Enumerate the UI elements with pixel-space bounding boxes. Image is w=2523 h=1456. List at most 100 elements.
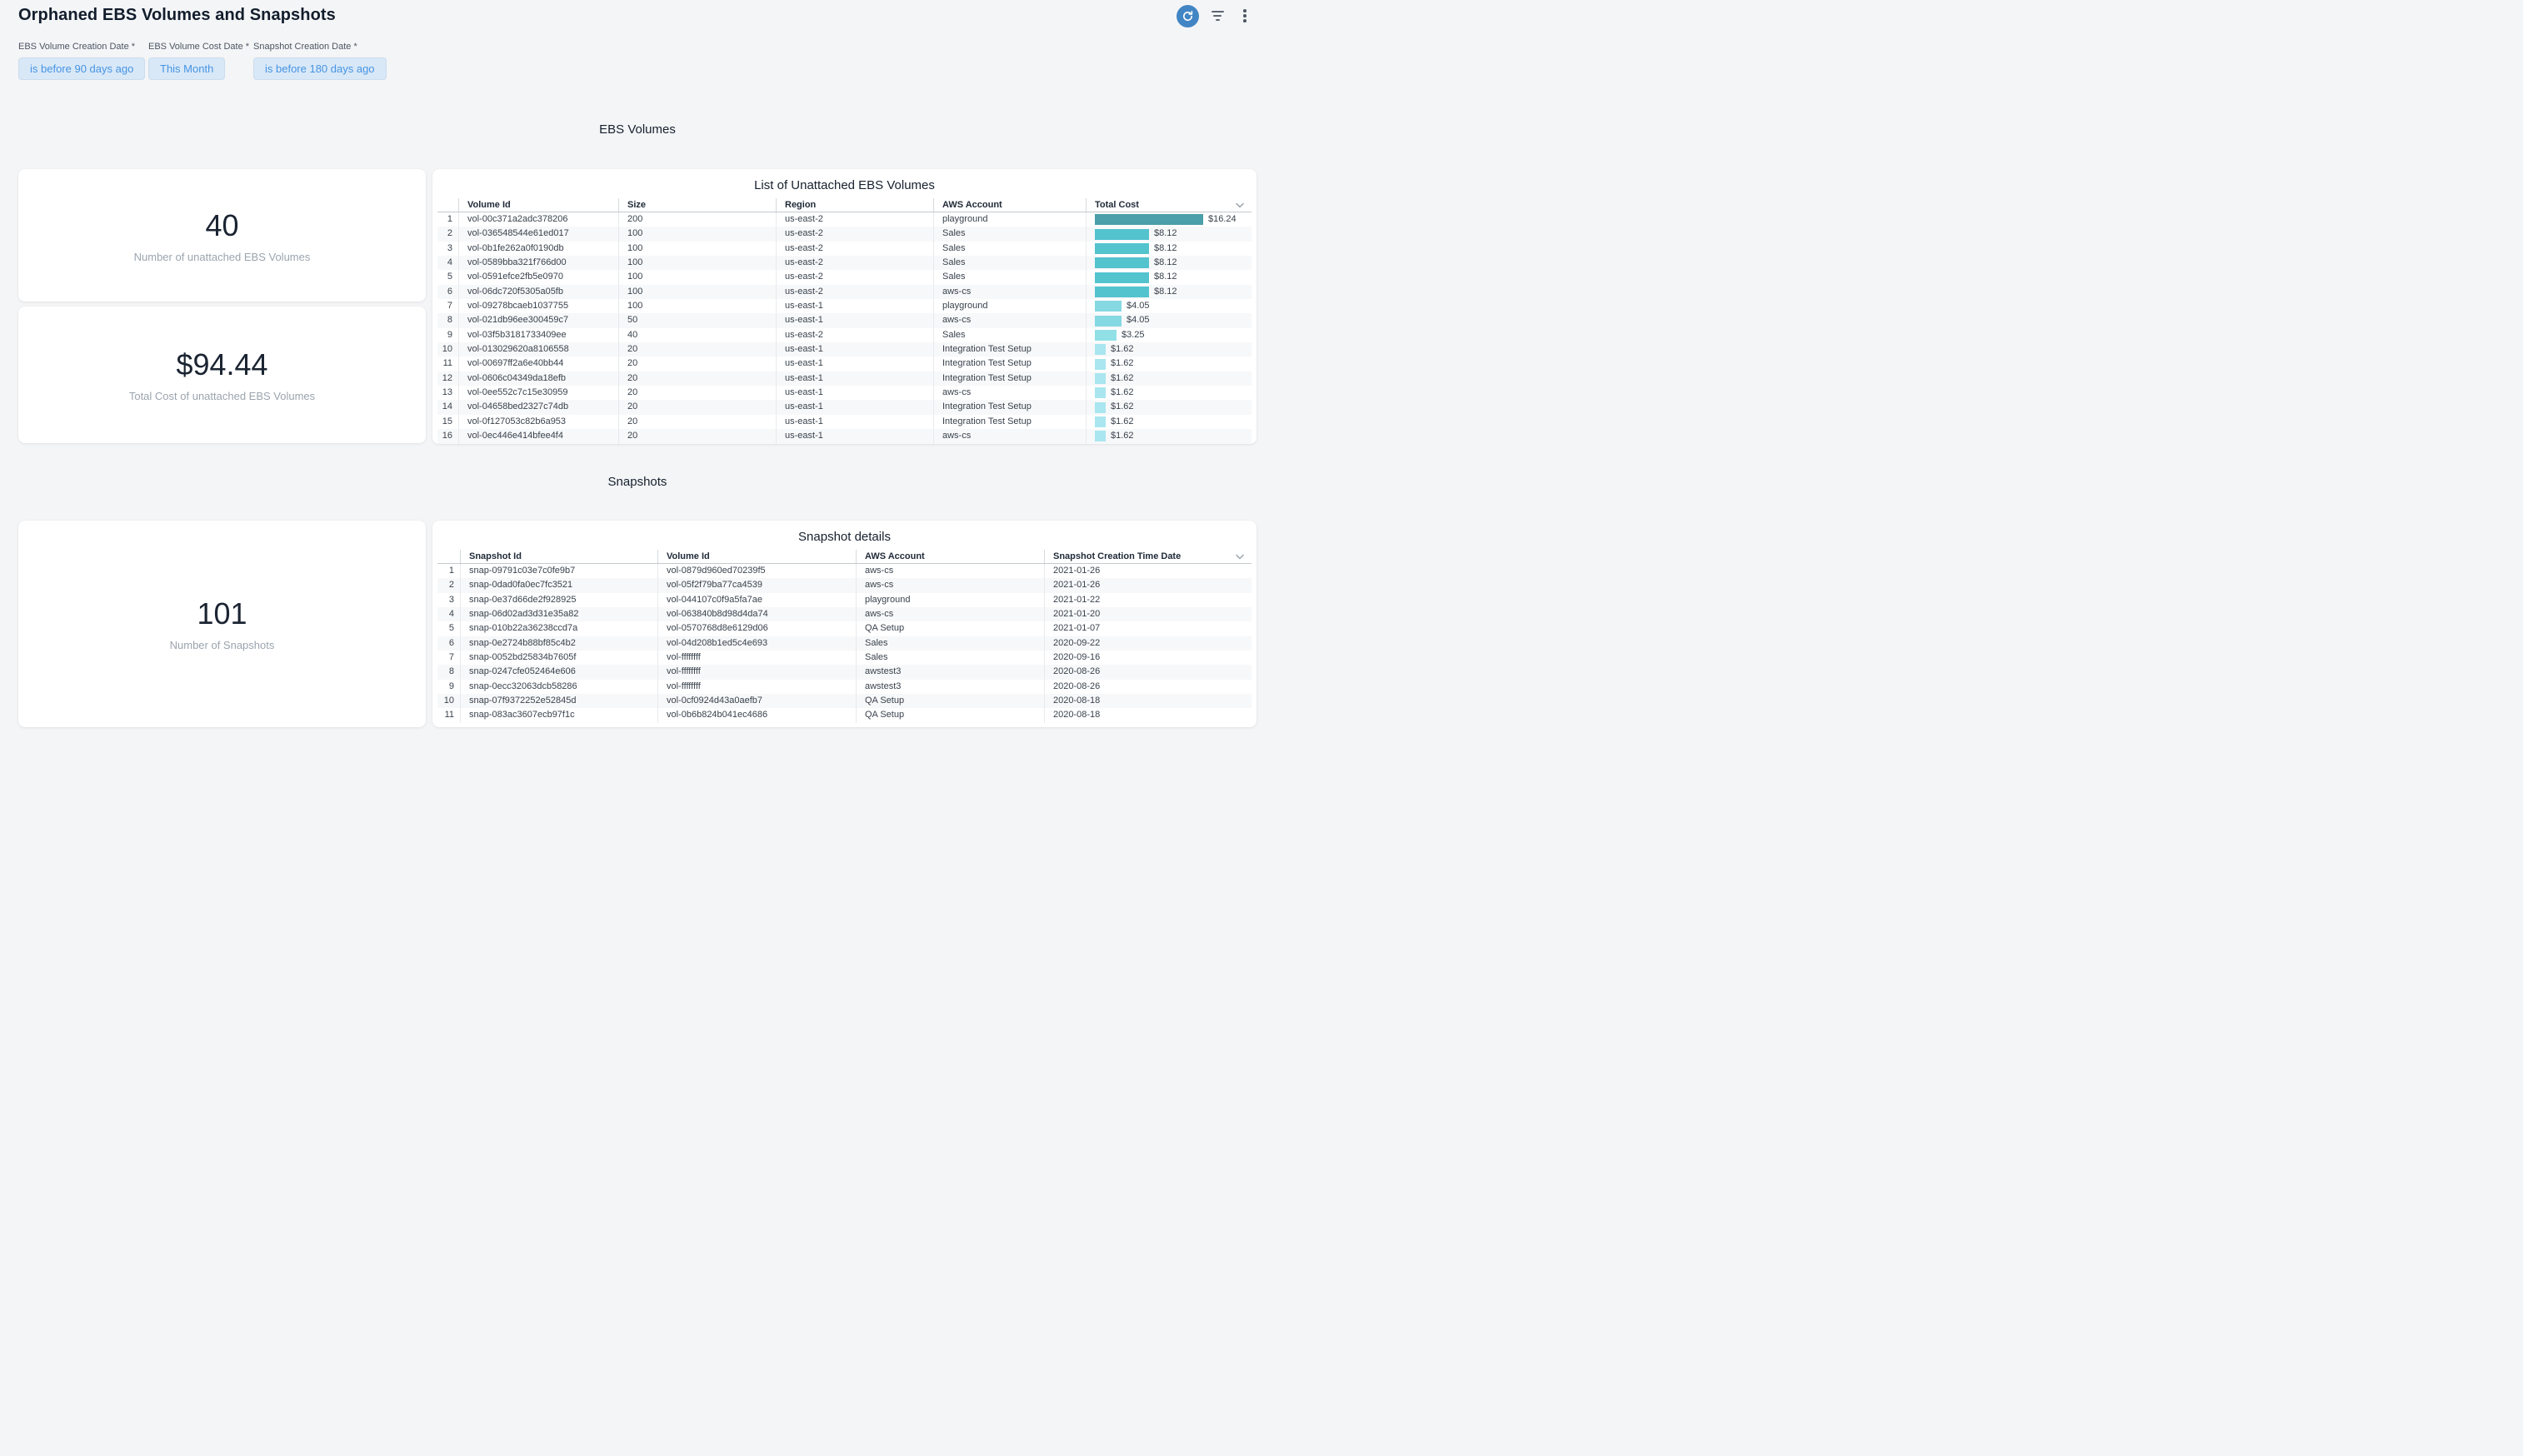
snapshots-col-volume-id[interactable]: Volume Id bbox=[657, 550, 856, 563]
region-cell: us-east-1 bbox=[776, 400, 933, 414]
region-cell: us-east-2 bbox=[776, 212, 933, 227]
chevron-down-icon[interactable] bbox=[1235, 202, 1245, 209]
volume-id-cell: vol-0ec446e414bfee4f4 bbox=[458, 429, 618, 443]
volume-id-cell: vol-0591efce2fb5e0970 bbox=[458, 270, 618, 284]
creation-date-cell: 2020-08-18 bbox=[1044, 694, 1252, 708]
section-heading-snapshots: Snapshots bbox=[18, 475, 1257, 489]
volume-id-cell: vol-0b1fe262a0f0190db bbox=[458, 242, 618, 256]
size-cell: 200 bbox=[618, 212, 776, 227]
volumes-table-header: Volume Id Size Region AWS Account Total … bbox=[437, 198, 1252, 212]
total-cost-cell: $1.62 bbox=[1086, 415, 1252, 429]
filter-button[interactable] bbox=[1208, 7, 1227, 24]
size-cell: 20 bbox=[618, 386, 776, 400]
region-cell: us-east-1 bbox=[776, 429, 933, 443]
volume-id-cell: vol-00c371a2adc378206 bbox=[458, 212, 618, 227]
total-cost-cell: $16.24 bbox=[1086, 212, 1252, 227]
total-cost-cell: $1.62 bbox=[1086, 371, 1252, 386]
table-row: 12vol-0606c04349da18efb20us-east-1Integr… bbox=[437, 371, 1252, 386]
size-cell: 20 bbox=[618, 371, 776, 386]
stat-label-volume-count: Number of unattached EBS Volumes bbox=[134, 251, 311, 263]
row-number: 11 bbox=[437, 708, 460, 722]
total-cost-cell: $1.62 bbox=[1086, 357, 1252, 371]
total-cost-cell: $1.62 bbox=[1086, 342, 1252, 357]
cost-bar bbox=[1095, 287, 1149, 297]
size-cell: 20 bbox=[618, 342, 776, 357]
cost-bar bbox=[1095, 229, 1149, 240]
volume-id-cell: vol-063840b8d98d4da74 bbox=[657, 607, 856, 621]
snapshots-col-creation-date[interactable]: Snapshot Creation Time Date bbox=[1044, 550, 1252, 563]
cost-bar bbox=[1095, 402, 1106, 413]
aws-account-cell: Integration Test Setup bbox=[933, 415, 1086, 429]
cost-bar bbox=[1095, 316, 1122, 327]
kebab-menu-button[interactable] bbox=[1239, 6, 1251, 26]
total-cost-cell: $8.12 bbox=[1086, 227, 1252, 241]
region-cell: us-east-1 bbox=[776, 299, 933, 313]
volume-id-cell: vol-0879d960ed70239f5 bbox=[657, 564, 856, 578]
volumes-col-aws-account[interactable]: AWS Account bbox=[933, 198, 1086, 212]
snapshot-id-cell: snap-0ecc32063dcb58286 bbox=[460, 680, 657, 694]
chevron-down-icon[interactable] bbox=[1235, 553, 1245, 561]
filter-chip-ebs-volume-creation-date[interactable]: is before 90 days ago bbox=[18, 57, 145, 80]
stat-label-snapshot-count: Number of Snapshots bbox=[170, 639, 275, 651]
row-number: 2 bbox=[437, 227, 458, 241]
cost-bar bbox=[1095, 344, 1106, 355]
volumes-col-size[interactable]: Size bbox=[618, 198, 776, 212]
row-number: 12 bbox=[437, 371, 458, 386]
snapshot-id-cell: snap-010b22a36238ccd7a bbox=[460, 621, 657, 636]
panel-unattached-volume-count: 40 Number of unattached EBS Volumes bbox=[18, 169, 426, 302]
volumes-col-total-cost[interactable]: Total Cost bbox=[1086, 198, 1252, 212]
aws-account-cell: QA Setup bbox=[856, 694, 1044, 708]
volume-id-cell: vol-06dc720f5305a05fb bbox=[458, 285, 618, 299]
row-number: 2 bbox=[437, 578, 460, 592]
volume-id-cell: vol-036548544e61ed017 bbox=[458, 227, 618, 241]
table-row: 9vol-03f5b3181733409ee40us-east-2Sales$3… bbox=[437, 328, 1252, 342]
table-row: 4vol-0589bba321f766d00100us-east-2Sales$… bbox=[437, 256, 1252, 270]
total-cost-cell: $1.62 bbox=[1086, 400, 1252, 414]
total-cost-cell: $8.12 bbox=[1086, 256, 1252, 270]
region-cell: us-east-1 bbox=[776, 357, 933, 371]
filter-chip-snapshot-creation-date[interactable]: is before 180 days ago bbox=[253, 57, 387, 80]
region-cell: us-east-1 bbox=[776, 342, 933, 357]
region-cell: us-east-2 bbox=[776, 227, 933, 241]
table-row: 11vol-00697ff2a6e40bb4420us-east-1Integr… bbox=[437, 357, 1252, 371]
snapshots-col-aws-account[interactable]: AWS Account bbox=[856, 550, 1044, 563]
volumes-table-title: List of Unattached EBS Volumes bbox=[432, 169, 1257, 192]
filter-chip-ebs-volume-cost-date[interactable]: This Month bbox=[148, 57, 225, 80]
region-cell: us-east-2 bbox=[776, 270, 933, 284]
region-cell: us-east-1 bbox=[776, 415, 933, 429]
volume-id-cell: vol-013029620a8106558 bbox=[458, 342, 618, 357]
cost-label: $8.12 bbox=[1154, 242, 1177, 256]
size-cell: 100 bbox=[618, 227, 776, 241]
table-row: 11snap-083ac3607ecb97f1cvol-0b6b824b041e… bbox=[437, 708, 1252, 722]
creation-date-cell: 2020-09-22 bbox=[1044, 636, 1252, 651]
table-row: 10vol-013029620a810655820us-east-1Integr… bbox=[437, 342, 1252, 357]
panel-unattached-volume-cost: $94.44 Total Cost of unattached EBS Volu… bbox=[18, 307, 426, 443]
volume-id-cell: vol-05f2f79ba77ca4539 bbox=[657, 578, 856, 592]
snapshot-id-cell: snap-0052bd25834b7605f bbox=[460, 651, 657, 665]
filter-label-ebs-volume-creation-date: EBS Volume Creation Date * bbox=[18, 42, 135, 52]
row-number: 7 bbox=[437, 299, 458, 313]
table-row: 7snap-0052bd25834b7605fvol-ffffffffSales… bbox=[437, 651, 1252, 665]
section-heading-ebs-volumes: EBS Volumes bbox=[18, 122, 1257, 137]
aws-account-cell: QA Setup bbox=[856, 621, 1044, 636]
cost-label: $4.05 bbox=[1127, 299, 1150, 313]
snapshot-id-cell: snap-083ac3607ecb97f1c bbox=[460, 708, 657, 722]
refresh-icon bbox=[1182, 10, 1194, 22]
page-title: Orphaned EBS Volumes and Snapshots bbox=[18, 6, 336, 25]
cost-bar bbox=[1095, 243, 1149, 254]
table-row: 13vol-0ee552c7c15e3095920us-east-1aws-cs… bbox=[437, 386, 1252, 400]
volumes-col-volume-id[interactable]: Volume Id bbox=[458, 198, 618, 212]
stat-label-volume-cost: Total Cost of unattached EBS Volumes bbox=[129, 390, 315, 402]
table-row: 14vol-04658bed2327c74db20us-east-1Integr… bbox=[437, 400, 1252, 414]
refresh-button[interactable] bbox=[1177, 5, 1199, 27]
volume-id-cell: vol-021db96ee300459c7 bbox=[458, 313, 618, 327]
volumes-col-region[interactable]: Region bbox=[776, 198, 933, 212]
panel-snapshot-details-table: Snapshot details Snapshot Id Volume Id A… bbox=[432, 521, 1257, 727]
table-row: 15vol-0f127053c82b6a95320us-east-1Integr… bbox=[437, 415, 1252, 429]
volume-id-cell: vol-0b6b824b041ec4686 bbox=[657, 708, 856, 722]
cost-bar bbox=[1095, 330, 1117, 341]
volumes-table-body: 1vol-00c371a2adc378206200us-east-2playgr… bbox=[437, 212, 1252, 444]
row-number: 10 bbox=[437, 342, 458, 357]
snapshots-col-snapshot-id[interactable]: Snapshot Id bbox=[460, 550, 657, 563]
snapshot-id-cell: snap-07f9372252e52845d bbox=[460, 694, 657, 708]
